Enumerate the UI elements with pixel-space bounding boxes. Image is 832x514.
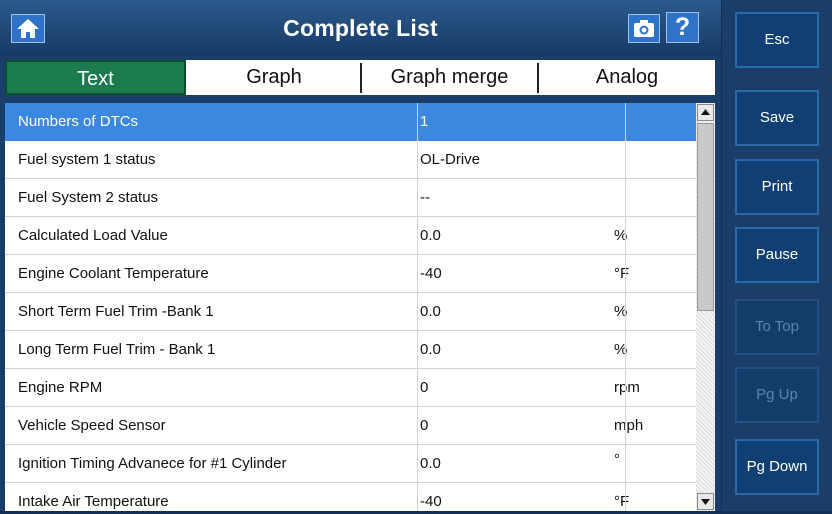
row-unit: mph xyxy=(614,417,644,434)
row-name: Intake Air Temperature xyxy=(18,493,169,510)
row-value: -40 xyxy=(420,265,442,282)
main-panel: Complete List ? Text Graph Graph merge A… xyxy=(0,0,721,511)
scrollbar[interactable] xyxy=(696,103,715,511)
side-panel: Esc Save Print Pause To Top Pg Up Pg Dow… xyxy=(722,0,832,511)
row-name: Long Term Fuel Trim - Bank 1 xyxy=(18,341,216,358)
table-row[interactable]: Long Term Fuel Trim - Bank 1 0.0 % xyxy=(5,331,696,369)
row-name: Fuel system 1 status xyxy=(18,151,156,168)
arrow-up-icon xyxy=(701,109,710,115)
column-divider xyxy=(417,103,418,511)
row-value: -- xyxy=(420,189,430,206)
tab-graph[interactable]: Graph xyxy=(188,60,360,95)
row-value: 0.0 xyxy=(420,455,441,472)
scroll-up-button[interactable] xyxy=(697,104,714,121)
table-row[interactable]: Engine RPM 0 rpm xyxy=(5,369,696,407)
table-row[interactable]: Fuel system 1 status OL-Drive xyxy=(5,141,696,179)
row-name: Ignition Timing Advanece for #1 Cylinder xyxy=(18,455,287,472)
table-row[interactable]: Short Term Fuel Trim -Bank 1 0.0 % xyxy=(5,293,696,331)
row-unit: °F xyxy=(614,265,630,282)
row-value: OL-Drive xyxy=(420,151,481,168)
scroll-down-button[interactable] xyxy=(697,493,714,510)
row-unit: ° xyxy=(614,451,620,468)
arrow-down-icon xyxy=(701,499,710,505)
page-title: Complete List xyxy=(283,15,438,41)
table-row[interactable]: Ignition Timing Advanece for #1 Cylinder… xyxy=(5,445,696,483)
row-value: 0 xyxy=(420,417,429,434)
column-divider xyxy=(625,103,626,511)
row-name: Vehicle Speed Sensor xyxy=(18,417,166,434)
row-name: Engine Coolant Temperature xyxy=(18,265,209,282)
row-value: 0 xyxy=(420,379,429,396)
screenshot-button[interactable] xyxy=(628,14,660,43)
help-button[interactable]: ? xyxy=(666,12,699,43)
table-row[interactable]: Calculated Load Value 0.0 % xyxy=(5,217,696,255)
table-row[interactable]: Intake Air Temperature -40 °F xyxy=(5,483,696,511)
row-value: 0.0 xyxy=(420,303,441,320)
title-bar: Complete List ? xyxy=(0,0,721,56)
row-value: 0.0 xyxy=(420,341,441,358)
page-up-button[interactable]: Pg Up xyxy=(735,367,819,423)
help-icon: ? xyxy=(674,13,691,41)
tab-analog[interactable]: Analog xyxy=(539,60,715,95)
row-value: 1 xyxy=(420,113,429,130)
row-name: Fuel System 2 status xyxy=(18,189,159,206)
esc-button[interactable]: Esc xyxy=(735,12,819,68)
tab-graph-merge[interactable]: Graph merge xyxy=(362,60,537,95)
row-unit: rpm xyxy=(614,379,640,396)
pause-button[interactable]: Pause xyxy=(735,227,819,283)
tab-bar: Text Graph Graph merge Analog xyxy=(5,60,715,95)
row-name: Numbers of DTCs xyxy=(18,113,139,130)
row-name: Calculated Load Value xyxy=(18,227,168,244)
data-list: Numbers of DTCs 1 Fuel system 1 status O… xyxy=(5,103,696,511)
scrollbar-thumb[interactable] xyxy=(697,123,714,311)
row-value: 0.0 xyxy=(420,227,441,244)
save-button[interactable]: Save xyxy=(735,90,819,146)
page-down-button[interactable]: Pg Down xyxy=(735,439,819,495)
row-value: -40 xyxy=(420,493,442,510)
camera-icon xyxy=(634,20,654,37)
row-name: Engine RPM xyxy=(18,379,103,396)
tab-text[interactable]: Text xyxy=(5,60,186,95)
table-row[interactable]: Vehicle Speed Sensor 0 mph xyxy=(5,407,696,445)
row-name: Short Term Fuel Trim -Bank 1 xyxy=(18,303,214,320)
table-row[interactable]: Numbers of DTCs 1 xyxy=(5,103,696,141)
table-row[interactable]: Engine Coolant Temperature -40 °F xyxy=(5,255,696,293)
print-button[interactable]: Print xyxy=(735,159,819,215)
to-top-button[interactable]: To Top xyxy=(735,299,819,355)
table-row[interactable]: Fuel System 2 status -- xyxy=(5,179,696,217)
row-unit: °F xyxy=(614,493,630,510)
